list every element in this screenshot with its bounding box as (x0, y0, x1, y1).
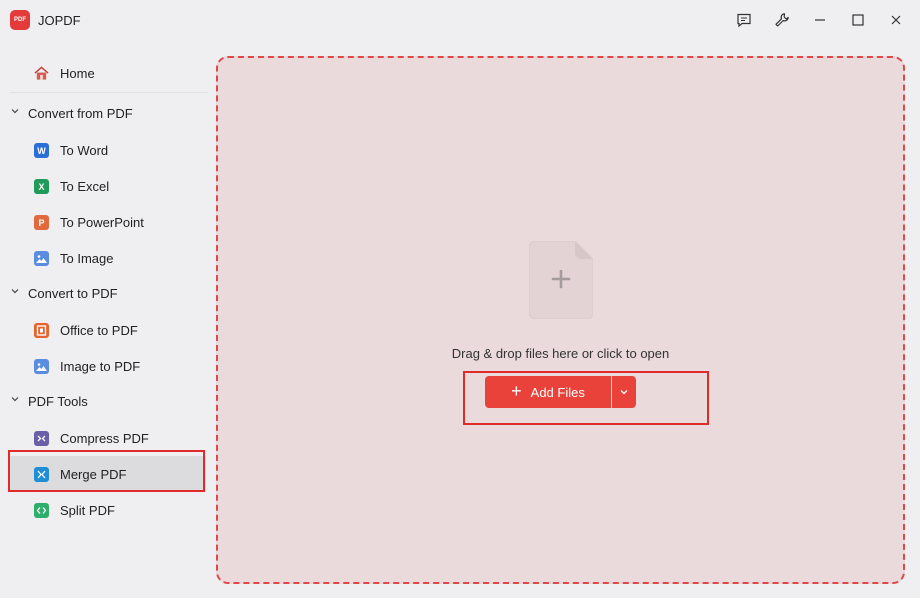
app-logo: PDF (10, 10, 30, 30)
sidebar-item-to-excel[interactable]: X To Excel (10, 168, 206, 204)
divider (10, 92, 208, 93)
chevron-down-icon (11, 289, 19, 294)
add-files-button[interactable]: + Add Files (485, 376, 611, 408)
section-label: Convert from PDF (28, 106, 133, 121)
image-icon (34, 359, 49, 374)
chevron-down-icon (11, 109, 19, 114)
sidebar: Home Convert from PDF W To Word X To Exc… (0, 40, 210, 598)
chevron-down-icon (620, 390, 628, 395)
compress-icon (34, 431, 49, 446)
sidebar-item-home[interactable]: Home (10, 55, 206, 91)
merge-icon (34, 467, 49, 482)
close-icon[interactable] (883, 8, 909, 32)
app-title: JOPDF (38, 13, 81, 28)
section-label: Convert to PDF (28, 286, 118, 301)
sidebar-item-label: Compress PDF (60, 431, 149, 446)
section-pdf-tools[interactable]: PDF Tools (0, 386, 206, 418)
sidebar-item-to-image[interactable]: To Image (10, 240, 206, 276)
sidebar-item-office-to-pdf[interactable]: Office to PDF (10, 312, 206, 348)
sidebar-item-label: Office to PDF (60, 323, 138, 338)
sidebar-item-label: Image to PDF (60, 359, 141, 374)
section-label: PDF Tools (28, 394, 88, 409)
title-bar: PDF JOPDF (0, 0, 920, 40)
sidebar-item-to-word[interactable]: W To Word (10, 132, 206, 168)
feedback-icon[interactable] (731, 8, 757, 32)
add-file-icon (529, 241, 593, 319)
drop-instruction-text: Drag & drop files here or click to open (451, 346, 670, 361)
sidebar-item-label: To Excel (60, 179, 110, 194)
section-convert-to-pdf[interactable]: Convert to PDF (0, 278, 206, 310)
sidebar-item-label: To Image (60, 251, 114, 266)
plus-icon: + (511, 380, 522, 401)
sidebar-item-to-powerpoint[interactable]: P To PowerPoint (10, 204, 206, 240)
sidebar-item-compress-pdf[interactable]: Compress PDF (10, 420, 206, 456)
sidebar-item-merge-pdf[interactable]: Merge PDF (10, 456, 206, 492)
sidebar-item-image-to-pdf[interactable]: Image to PDF (10, 348, 206, 384)
sidebar-item-label: To Word (60, 143, 109, 158)
section-convert-from-pdf[interactable]: Convert from PDF (0, 98, 206, 130)
sidebar-item-label: Split PDF (60, 503, 115, 518)
sidebar-item-label: Home (60, 66, 95, 81)
chevron-down-icon (11, 397, 19, 402)
sidebar-item-label: To PowerPoint (60, 215, 144, 230)
minimize-icon[interactable] (807, 8, 833, 32)
sidebar-item-label: Merge PDF (60, 467, 127, 482)
split-icon (34, 503, 49, 518)
image-icon (34, 251, 49, 266)
maximize-icon[interactable] (845, 8, 871, 32)
add-files-dropdown-button[interactable] (612, 376, 636, 408)
word-icon: W (34, 143, 49, 158)
add-files-label: Add Files (530, 384, 585, 400)
powerpoint-icon: P (34, 215, 49, 230)
settings-wrench-icon[interactable] (769, 8, 795, 32)
home-icon (34, 66, 49, 81)
excel-icon: X (34, 179, 49, 194)
sidebar-item-split-pdf[interactable]: Split PDF (10, 492, 206, 528)
file-drop-zone[interactable]: Drag & drop files here or click to open … (216, 56, 905, 584)
office-icon (34, 323, 49, 338)
